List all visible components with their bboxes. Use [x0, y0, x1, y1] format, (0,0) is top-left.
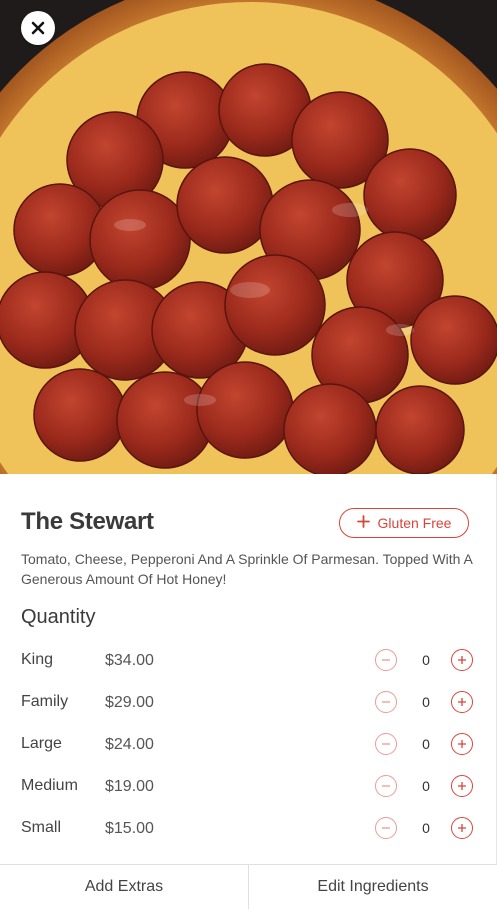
quantity-heading: Quantity [21, 606, 96, 628]
gluten-free-button[interactable]: Gluten Free [339, 508, 469, 538]
edit-ingredients-button[interactable]: Edit Ingredients [248, 865, 497, 909]
plus-icon [458, 740, 466, 748]
increment-button[interactable] [451, 691, 473, 713]
product-description: Tomato, Cheese, Pepperoni And A Sprinkle… [21, 551, 473, 587]
decrement-button[interactable] [375, 817, 397, 839]
quantity-stepper: 0 [375, 691, 475, 715]
minus-icon [382, 827, 390, 829]
footer-actions: Add Extras Edit Ingredients [0, 864, 497, 909]
pizza-illustration [0, 0, 497, 474]
increment-button[interactable] [451, 817, 473, 839]
size-price: $24.00 [105, 736, 154, 753]
size-row-large: Large $24.00 0 [0, 730, 497, 760]
size-row-family: Family $29.00 0 [0, 688, 497, 718]
decrement-button[interactable] [375, 733, 397, 755]
size-row-medium: Medium $19.00 0 [0, 772, 497, 802]
size-name: Family [21, 693, 69, 710]
minus-icon [382, 743, 390, 745]
size-price: $15.00 [105, 820, 154, 837]
close-icon [31, 21, 45, 35]
product-details: The Stewart Gluten Free Tomato, Cheese, … [0, 474, 497, 864]
minus-icon [382, 701, 390, 703]
plus-icon [458, 656, 466, 664]
decrement-button[interactable] [375, 691, 397, 713]
close-button[interactable] [21, 11, 55, 45]
decrement-button[interactable] [375, 775, 397, 797]
decrement-button[interactable] [375, 649, 397, 671]
size-price: $34.00 [105, 652, 154, 669]
product-title: The Stewart [21, 508, 154, 535]
quantity-count: 0 [422, 820, 430, 836]
quantity-count: 0 [422, 694, 430, 710]
quantity-stepper: 0 [375, 649, 475, 673]
minus-icon [382, 785, 390, 787]
product-image [0, 0, 497, 474]
increment-button[interactable] [451, 775, 473, 797]
size-name: Medium [21, 777, 78, 794]
increment-button[interactable] [451, 733, 473, 755]
plus-icon [458, 824, 466, 832]
gluten-free-label: Gluten Free [377, 515, 452, 531]
size-price: $19.00 [105, 778, 154, 795]
minus-icon [382, 659, 390, 661]
size-name: Small [21, 819, 62, 836]
quantity-count: 0 [422, 736, 430, 752]
quantity-stepper: 0 [375, 817, 475, 841]
quantity-stepper: 0 [375, 775, 475, 799]
size-row-small: Small $15.00 0 [0, 814, 497, 844]
quantity-count: 0 [422, 778, 430, 794]
plus-icon [458, 698, 466, 706]
quantity-count: 0 [422, 652, 430, 668]
quantity-stepper: 0 [375, 733, 475, 757]
increment-button[interactable] [451, 649, 473, 671]
add-extras-button[interactable]: Add Extras [0, 865, 248, 909]
plus-icon [458, 782, 466, 790]
plus-icon [356, 515, 370, 531]
size-name: King [21, 651, 54, 668]
size-name: Large [21, 735, 62, 752]
size-row-king: King $34.00 0 [0, 646, 497, 676]
size-price: $29.00 [105, 694, 154, 711]
